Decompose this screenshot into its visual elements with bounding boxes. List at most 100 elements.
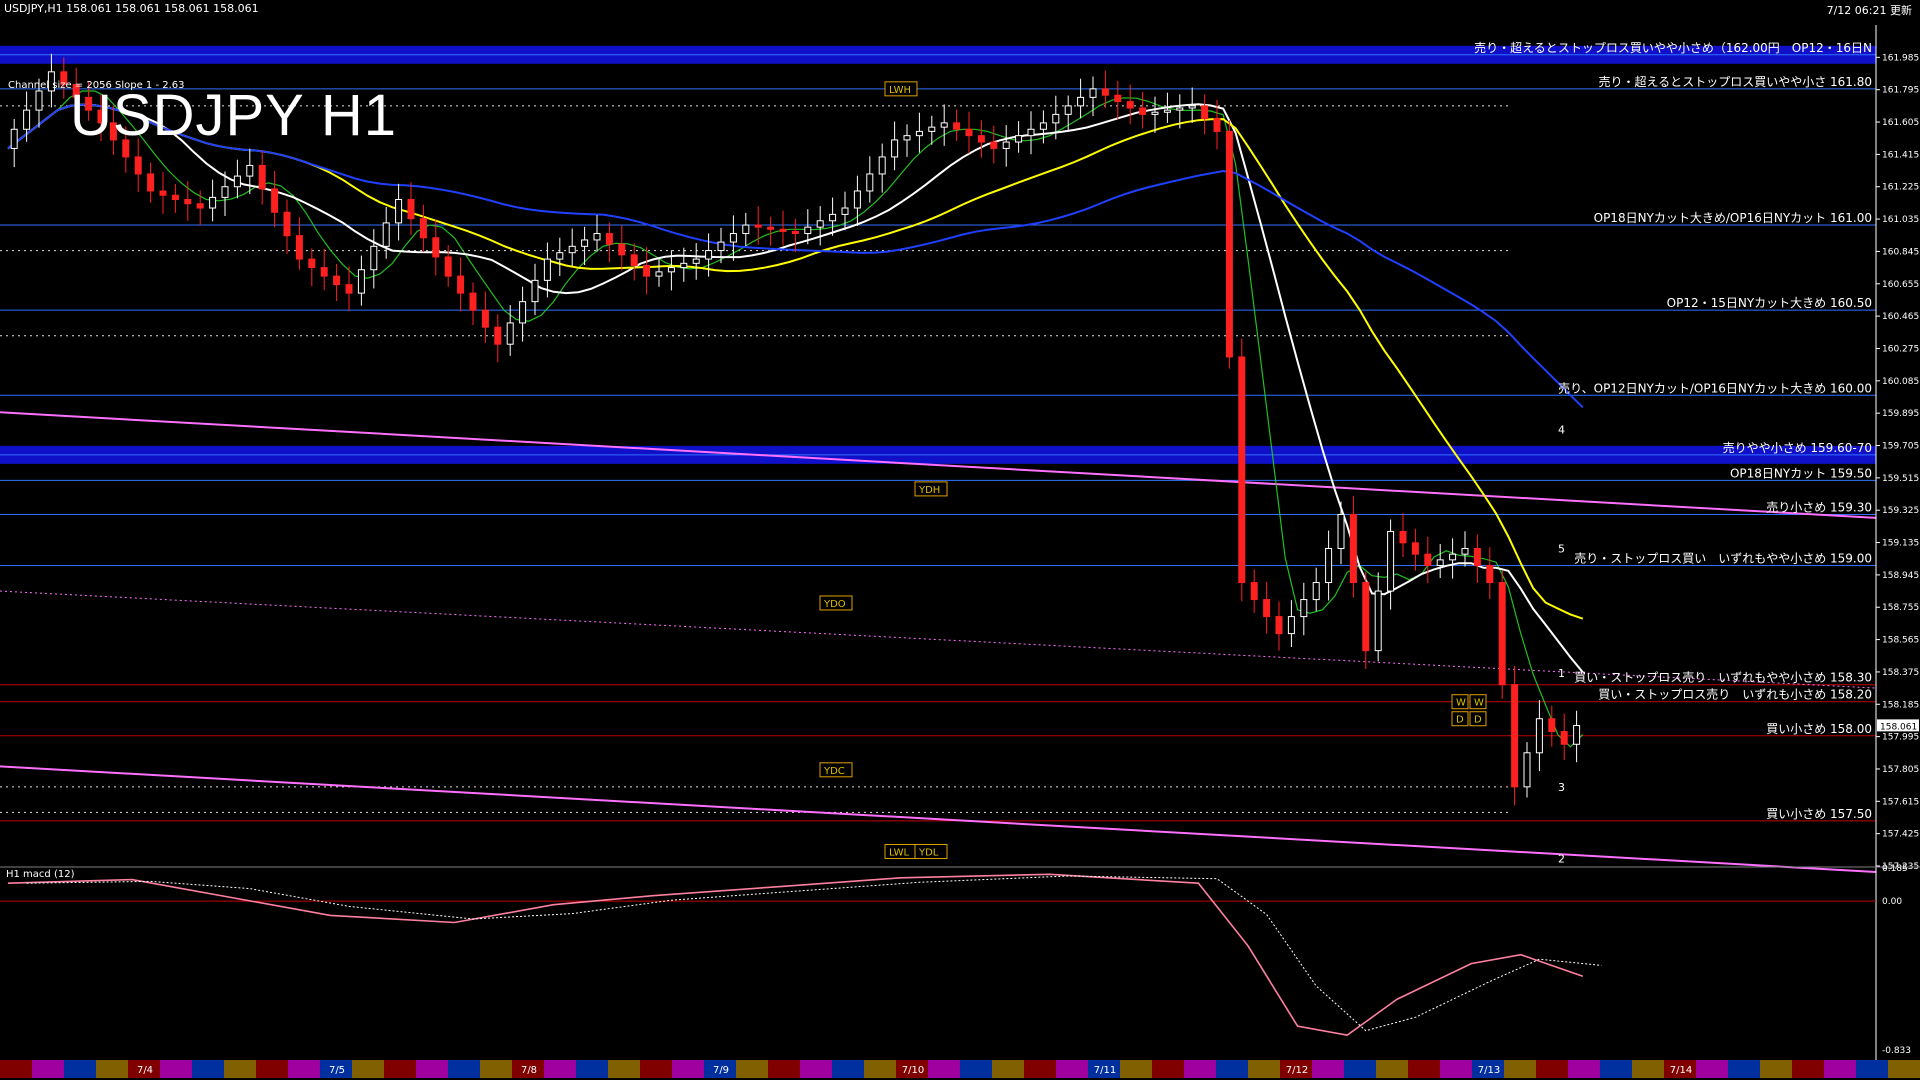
period-strip — [1856, 1060, 1888, 1078]
level-annotation: 売り・超えるとストップロス買いやや小さ 161.80 — [1599, 74, 1872, 89]
candle-body — [469, 292, 477, 311]
candle-body — [667, 267, 675, 273]
period-strip — [1792, 1060, 1824, 1078]
candle-body — [506, 322, 514, 345]
candle-body — [1312, 582, 1320, 601]
y-tick-label: 159.515 — [1882, 474, 1919, 484]
candle-body — [779, 228, 787, 232]
candle-body — [767, 226, 775, 230]
period-strip — [1504, 1060, 1536, 1078]
period-strip — [256, 1060, 288, 1078]
time-axis: 7/4 7/5 7/8 7/9 7/10 7/11 7/12 7/13 7/14 — [0, 1060, 1920, 1078]
period-strip — [1248, 1060, 1280, 1078]
candle-body — [1238, 356, 1246, 584]
y-tick-label: 161.415 — [1882, 150, 1919, 160]
candle-body — [395, 198, 403, 224]
candle-body — [866, 173, 874, 192]
x-tick-label: 7/13 — [1478, 1065, 1500, 1076]
candle-body — [878, 156, 886, 175]
period-strip — [864, 1060, 896, 1078]
period-strip — [1152, 1060, 1184, 1078]
candle-body — [643, 264, 651, 277]
candle-body — [692, 258, 700, 264]
macd-tick-label: -0.833 — [1882, 1046, 1911, 1056]
candle-body — [519, 301, 527, 324]
candle-body — [829, 213, 837, 222]
y-tick-label: 161.985 — [1882, 53, 1919, 63]
y-tick-label: 160.275 — [1882, 344, 1919, 354]
candle-body — [965, 128, 973, 137]
candle-body — [357, 269, 365, 294]
y-tick-label: 157.995 — [1882, 733, 1919, 743]
level-annotation: 売りやや小さめ 159.60-70 — [1723, 440, 1872, 455]
candle-body — [1560, 731, 1568, 745]
candle-body — [295, 235, 303, 260]
level-tag: LWL — [889, 848, 910, 859]
period-strip — [1024, 1060, 1056, 1078]
y-tick-label: 160.465 — [1882, 312, 1919, 322]
price-chart[interactable]: 売り・超えるとストップロス買いやや小さめ（162.00円 OP12・16日N 売り… — [0, 0, 1920, 1080]
candle-body — [630, 254, 638, 266]
period-strip — [1312, 1060, 1344, 1078]
level-annotation: OP12・15日NYカット大きめ 160.50 — [1667, 296, 1872, 310]
macd-tick-label: 0.185 — [1882, 864, 1908, 874]
y-tick-label: 161.795 — [1882, 86, 1919, 96]
candle-body — [1387, 530, 1395, 592]
candle-body — [1077, 96, 1085, 107]
period-strip — [1344, 1060, 1376, 1078]
symbol-info: USDJPY,H1 158.061 158.061 158.061 158.06… — [4, 2, 259, 15]
candle-body — [407, 198, 415, 220]
wave-label: 4 — [1558, 423, 1565, 436]
y-tick-label: 159.325 — [1882, 506, 1919, 516]
candle-body — [1027, 128, 1035, 137]
x-tick-label: 7/11 — [1094, 1065, 1116, 1076]
candle-body — [816, 220, 824, 228]
y-tick-label: 161.035 — [1882, 215, 1919, 225]
period-strip — [800, 1060, 832, 1078]
y-tick-label: 160.085 — [1882, 377, 1919, 387]
period-strip — [1216, 1060, 1248, 1078]
candle-body — [804, 226, 812, 235]
candle-body — [1449, 553, 1457, 561]
candle-body — [1411, 542, 1419, 555]
level-tag: YDO — [823, 599, 846, 610]
candle-body — [705, 250, 713, 260]
candle-body — [1139, 107, 1147, 115]
y-tick-label: 158.945 — [1882, 571, 1919, 581]
candle-body — [1300, 599, 1308, 618]
period-strip — [672, 1060, 704, 1078]
candle-body — [1362, 582, 1370, 652]
y-tick-label: 158.185 — [1882, 700, 1919, 710]
candle-body — [1523, 752, 1531, 788]
candle-body — [1126, 101, 1134, 109]
wave-label: 3 — [1558, 781, 1565, 794]
candle-body — [494, 326, 502, 345]
period-strip — [544, 1060, 576, 1078]
candle-body — [209, 196, 217, 209]
period-strip — [416, 1060, 448, 1078]
candle-body — [915, 130, 923, 137]
level-tag: YDH — [918, 485, 940, 496]
candle-body — [1089, 88, 1097, 98]
candle-body — [791, 230, 799, 235]
period-strip — [1600, 1060, 1632, 1078]
candle-body — [729, 233, 737, 243]
y-tick-label: 159.895 — [1882, 409, 1919, 419]
candle-body — [1535, 718, 1543, 754]
period-strip — [1536, 1060, 1568, 1078]
candle-body — [1213, 118, 1221, 132]
level-tag: LWH — [889, 85, 911, 96]
y-tick-label: 157.425 — [1882, 830, 1919, 840]
wave-label: 5 — [1558, 542, 1565, 555]
period-strip — [608, 1060, 640, 1078]
candle-body — [717, 241, 725, 252]
period-strip — [928, 1060, 960, 1078]
level-tag: D — [1456, 715, 1464, 726]
candle-body — [171, 194, 179, 200]
candle-body — [853, 190, 861, 209]
period-strip — [1056, 1060, 1088, 1078]
candle-body — [1436, 559, 1444, 567]
level-annotation: 買い小さめ 157.50 — [1766, 807, 1872, 821]
chart-title: USDJPY H1 — [70, 83, 398, 148]
candle-body — [1176, 107, 1184, 111]
